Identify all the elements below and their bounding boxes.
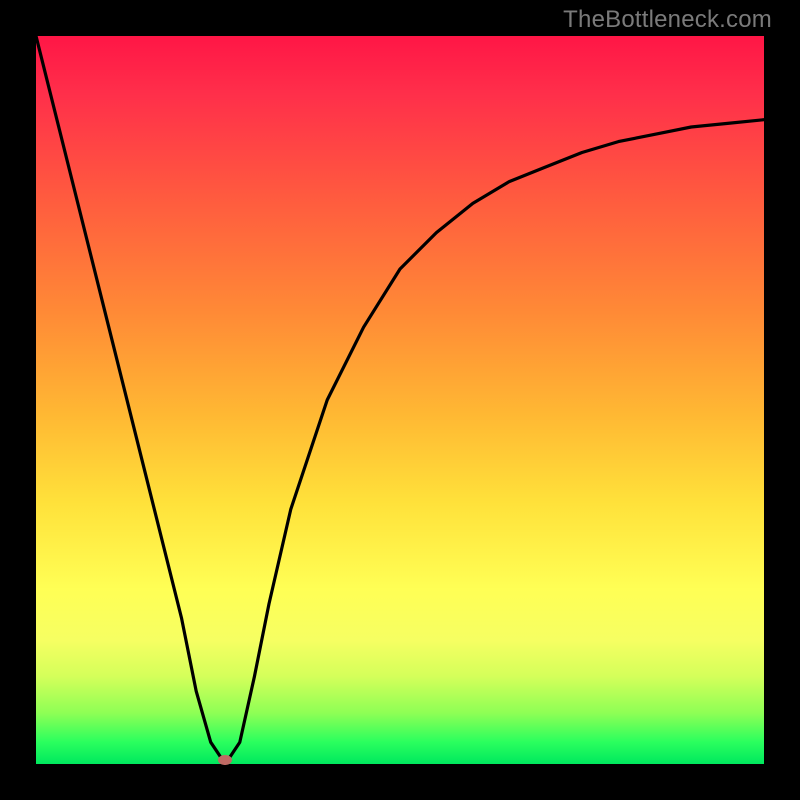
chart-frame: TheBottleneck.com	[0, 0, 800, 800]
bottleneck-curve	[36, 36, 764, 764]
minimum-marker-dot	[218, 755, 232, 765]
watermark-text: TheBottleneck.com	[563, 6, 772, 34]
plot-area	[36, 36, 764, 764]
